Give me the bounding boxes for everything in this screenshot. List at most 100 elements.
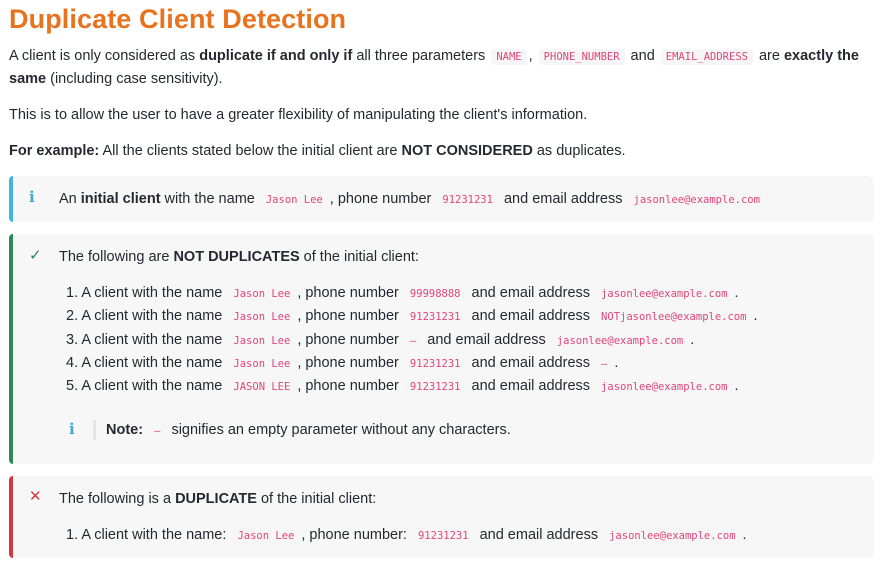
code-email-address: EMAIL_ADDRESS	[660, 49, 753, 65]
text: and email address	[423, 331, 550, 348]
text: 5. A client with the name	[66, 378, 227, 395]
code-phone-number: PHONE_NUMBER	[538, 49, 625, 65]
info-icon: i	[29, 188, 35, 206]
note: i Note: – signifies an empty parameter wi…	[69, 418, 511, 442]
code-name: Jason Lee	[228, 332, 296, 349]
note-divider	[93, 420, 96, 441]
code-phone: 91231231	[404, 309, 466, 326]
bold-text: initial client	[80, 191, 161, 207]
bold-text: For example:	[9, 143, 100, 159]
list-item: 5. A client with the name JASON LEE, pho…	[66, 375, 757, 398]
code-name: Jason Lee	[228, 286, 296, 302]
code-name: Jason Lee	[228, 355, 296, 372]
text: The following are	[59, 249, 174, 265]
text: with the name	[160, 191, 259, 207]
text: 1. A client with the name:	[66, 527, 231, 543]
list-item: 1. A client with the name: Jason Lee, ph…	[66, 524, 747, 547]
text: The following is a	[59, 491, 176, 507]
bold-text: NOT CONSIDERED	[401, 143, 533, 159]
text: are	[754, 48, 784, 64]
text: .	[734, 378, 739, 395]
duplicates-list: 1. A client with the name: Jason Lee, ph…	[66, 524, 747, 547]
text: all three parameters	[352, 48, 490, 64]
code-phone: 99998888	[404, 286, 466, 302]
text: 1. A client with the name	[66, 285, 227, 301]
code-name: Jason Lee	[260, 192, 328, 208]
code-phone: 91231231	[404, 379, 466, 396]
cross-icon: ✕	[29, 487, 42, 505]
code-name: NAME	[491, 49, 527, 65]
text: of the initial client:	[299, 249, 419, 265]
text: as duplicates.	[532, 143, 626, 159]
bold-text: duplicate if and only if	[199, 48, 353, 64]
note-text: signifies an empty parameter without any…	[167, 422, 511, 438]
code-dash: –	[149, 423, 166, 439]
duplicate-callout: ✕ The following is a DUPLICATE of the in…	[9, 476, 874, 558]
text: , phone number	[297, 378, 403, 395]
list-item: 1. A client with the name Jason Lee, pho…	[66, 282, 757, 305]
code-name: Jason Lee	[228, 309, 296, 326]
text: .	[614, 354, 619, 371]
text: (including case sensitivity).	[46, 71, 223, 87]
text: , phone number	[329, 191, 436, 207]
code-phone: –	[404, 332, 422, 349]
page-title: Duplicate Client Detection	[9, 4, 347, 34]
text: of the initial client:	[256, 491, 377, 507]
code-email: –	[596, 355, 613, 372]
text: .	[753, 308, 758, 325]
text: .	[690, 331, 695, 348]
bold-text: DUPLICATE	[175, 491, 257, 507]
code-phone: 91231231	[404, 355, 466, 372]
text: and email address	[467, 378, 595, 395]
example-paragraph: For example: All the clients stated belo…	[9, 140, 874, 162]
text: , phone number	[297, 331, 403, 348]
page: Duplicate Client Detection A client is o…	[0, 4, 874, 558]
code-name: Jason Lee	[232, 528, 300, 544]
text: ,	[528, 48, 537, 64]
callout-heading: The following are NOT DUPLICATES of the …	[59, 246, 419, 268]
bold-text: NOT DUPLICATES	[173, 249, 300, 265]
text: .	[734, 285, 739, 301]
text: , phone number:	[301, 527, 411, 543]
note-label: Note:	[106, 422, 144, 438]
code-email: jasonlee@example.com	[596, 286, 733, 302]
checkmark-icon: ✓	[29, 246, 42, 264]
code-email: jasonlee@example.com	[596, 379, 733, 396]
intro-paragraph: A client is only considered as duplicate…	[9, 45, 874, 90]
text: and email address	[467, 285, 595, 301]
text: All the clients stated below the initial…	[99, 143, 402, 159]
text: , phone number	[297, 354, 403, 371]
code-email: jasonlee@example.com	[551, 332, 689, 349]
callout-accent-bar	[9, 476, 13, 558]
code-name: JASON LEE	[228, 379, 296, 396]
code-email: jasonlee@example.com	[604, 528, 741, 544]
text: A client is only considered as	[9, 48, 200, 64]
not-duplicates-callout: ✓ The following are NOT DUPLICATES of th…	[9, 234, 874, 464]
code-email: jasonlee@example.com	[628, 192, 765, 208]
list-item: 4. A client with the name Jason Lee, pho…	[66, 352, 757, 375]
text: 3. A client with the name	[66, 331, 227, 348]
code-phone: 91231231	[437, 192, 498, 208]
list-item: 3. A client with the name Jason Lee, pho…	[66, 329, 757, 352]
text: , phone number	[297, 285, 403, 301]
text: and email address	[467, 354, 595, 371]
text: 2. A client with the name	[66, 308, 227, 325]
text: and	[626, 48, 659, 64]
text: and email address	[499, 191, 627, 207]
text: .	[742, 527, 747, 543]
initial-client-callout: i An initial client with the name Jason …	[9, 176, 874, 222]
code-phone: 91231231	[412, 528, 474, 544]
not-duplicates-list: 1. A client with the name Jason Lee, pho…	[66, 282, 757, 398]
text: , phone number	[297, 308, 403, 325]
list-item: 2. A client with the name Jason Lee, pho…	[66, 305, 757, 328]
text: and email address	[467, 308, 595, 325]
callout-text: An initial client with the name Jason Le…	[59, 188, 767, 211]
info-icon: i	[69, 420, 75, 438]
text: An	[59, 191, 81, 207]
callout-accent-bar	[9, 176, 13, 222]
callout-accent-bar	[9, 234, 13, 464]
text: 4. A client with the name	[66, 354, 227, 371]
text: and email address	[475, 527, 603, 543]
callout-heading: The following is a DUPLICATE of the init…	[59, 488, 376, 510]
flexibility-paragraph: This is to allow the user to have a grea…	[9, 107, 588, 123]
